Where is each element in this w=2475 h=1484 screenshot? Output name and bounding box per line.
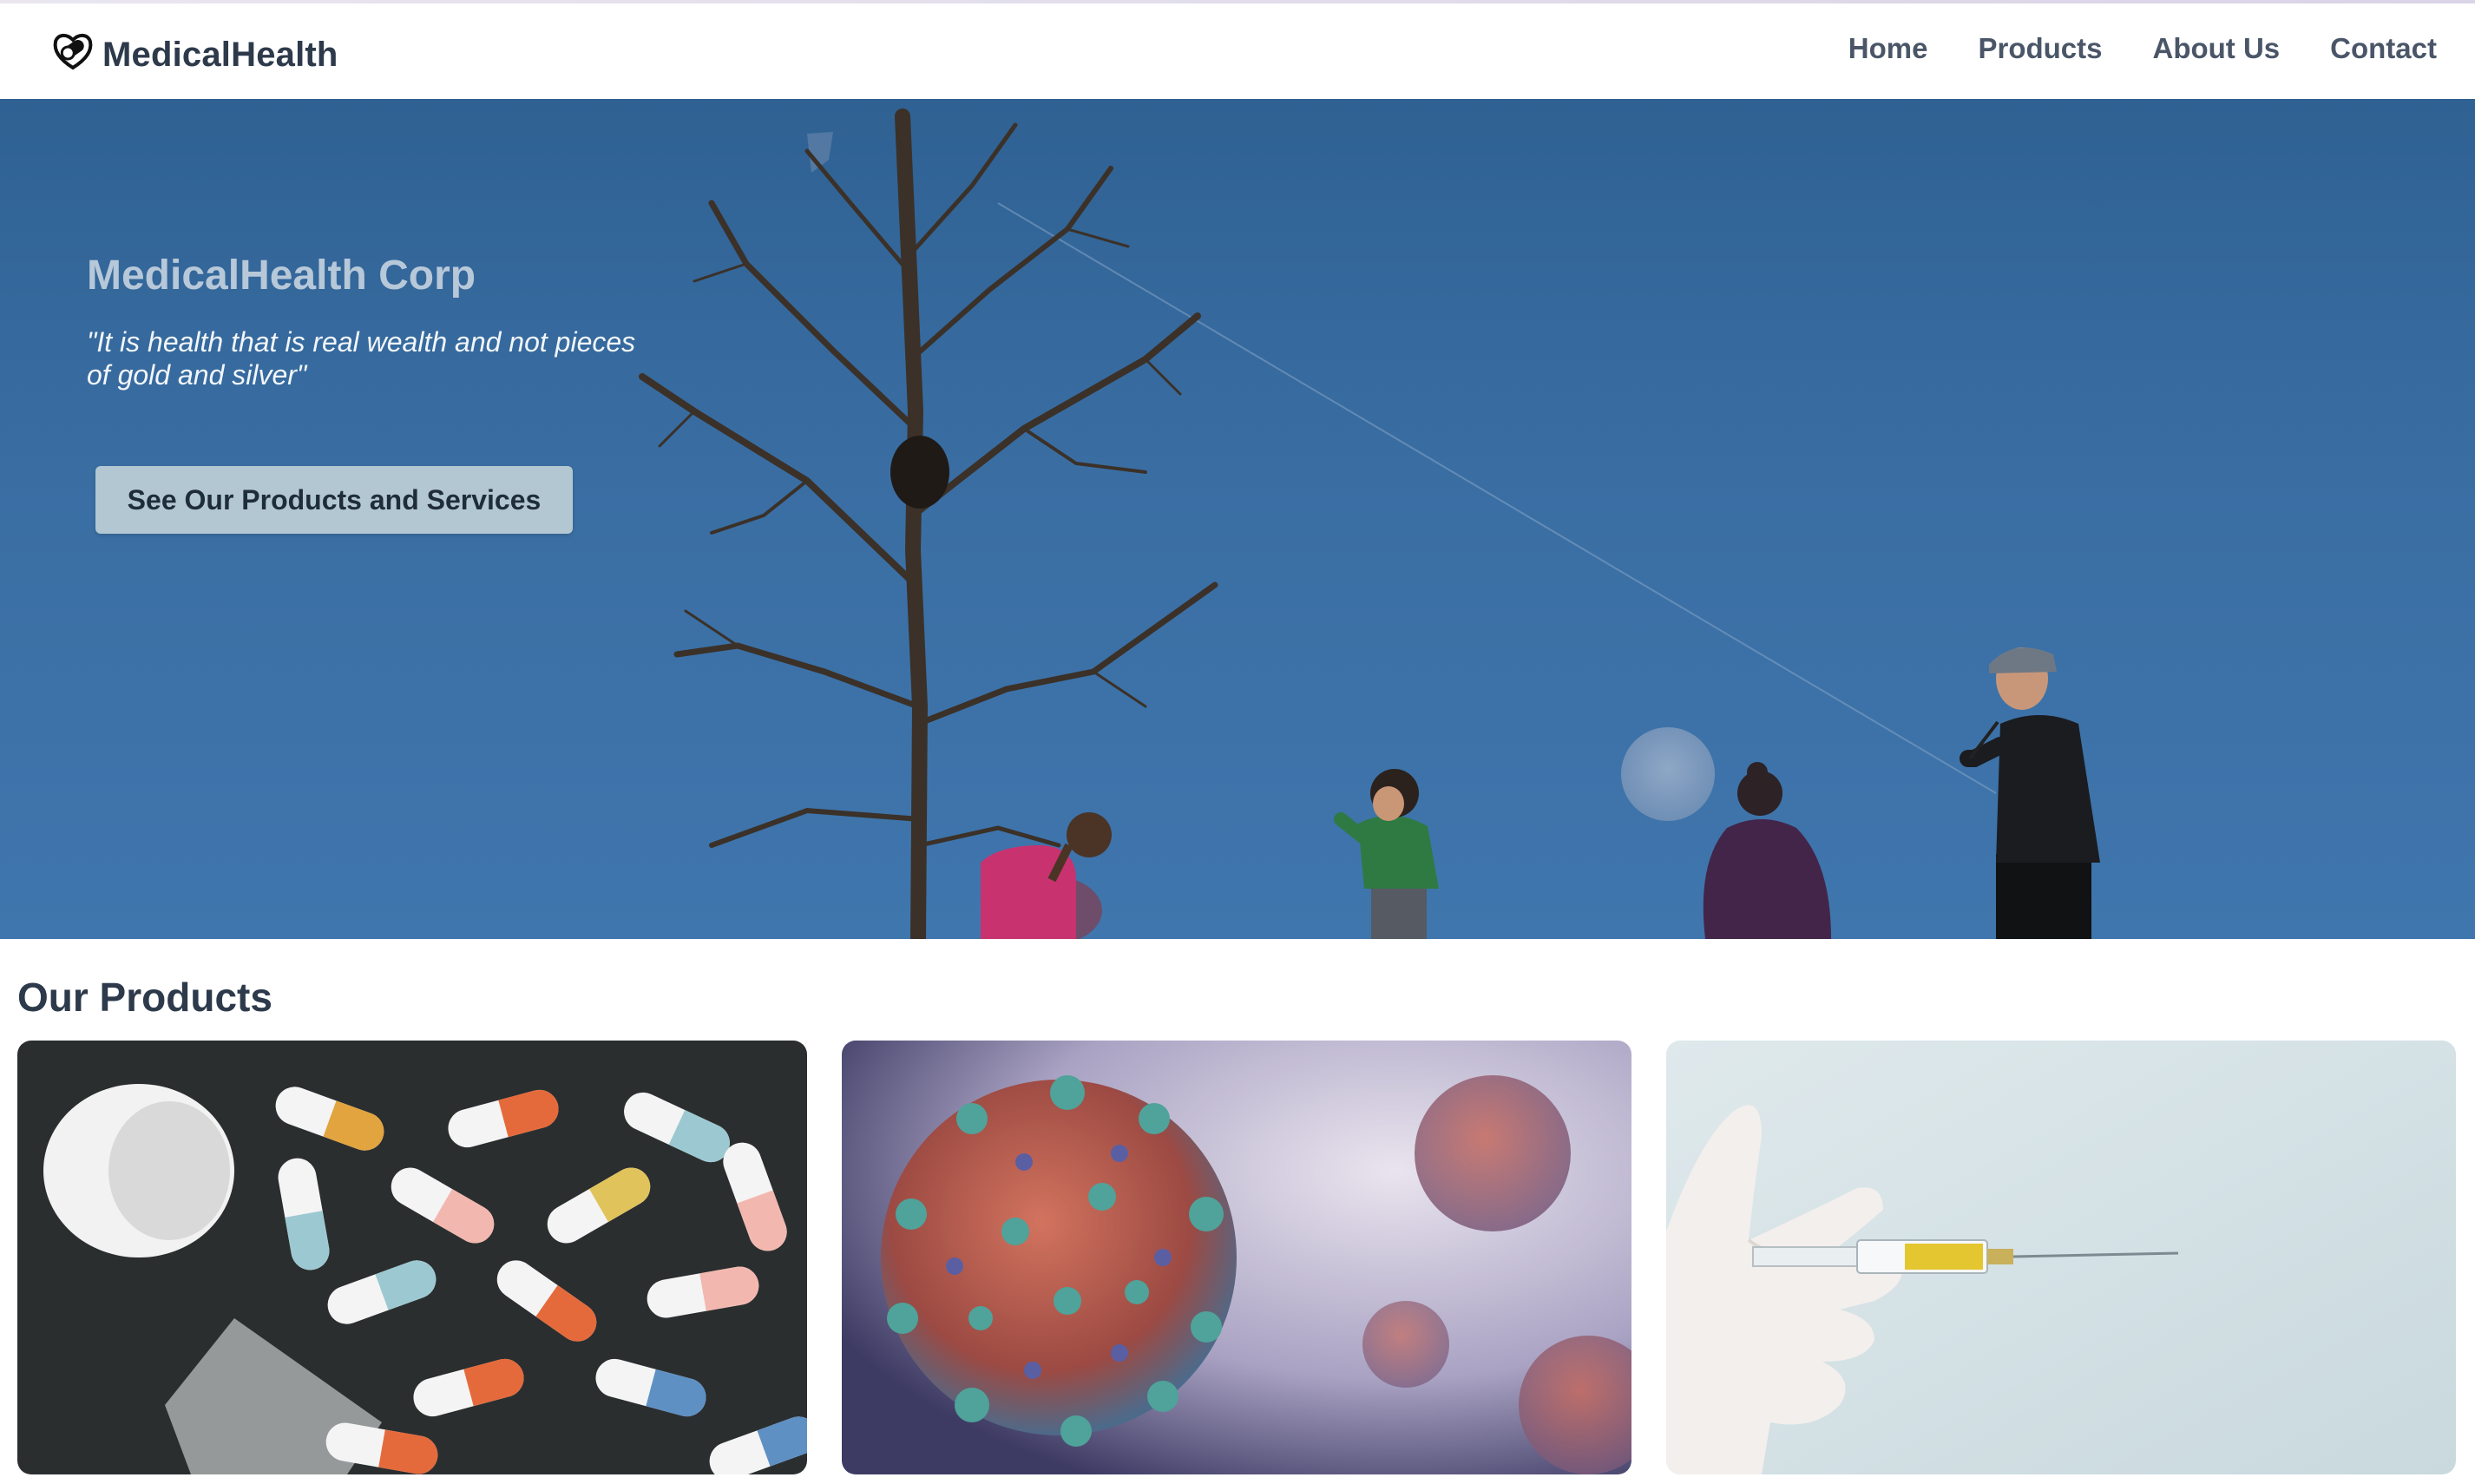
product-card-virus[interactable] [842,1041,1631,1474]
capsule-heart-icon [53,34,93,70]
product-card-syringe[interactable] [1666,1041,2456,1474]
navbar: MedicalHealth Home Products About Us Con… [0,3,2475,99]
hero-text-block: MedicalHealth Corp "It is health that is… [87,252,642,391]
nav-links: Home Products About Us Contact [1848,32,2437,65]
brand[interactable]: MedicalHealth [50,29,338,75]
hero-title: MedicalHealth Corp [87,253,476,299]
capsule-pills-photo [17,1041,807,1474]
hero-quote: "It is health that is real wealth and no… [87,326,636,391]
syringe-vaccine-photo [1666,1041,2456,1474]
nav-contact-link[interactable]: Contact [2330,32,2437,65]
nav-home-link[interactable]: Home [1848,32,1928,65]
virus-illustration [842,1041,1631,1474]
hero-section: MedicalHealth Corp "It is health that is… [0,99,2475,939]
brand-name: MedicalHealth [102,35,338,74]
products-heading: Our Products [17,975,272,1020]
nav-products-link[interactable]: Products [1978,32,2102,65]
product-card-pills[interactable] [17,1041,807,1474]
see-products-button[interactable]: See Our Products and Services [95,466,573,534]
nav-about-link[interactable]: About Us [2153,32,2281,65]
